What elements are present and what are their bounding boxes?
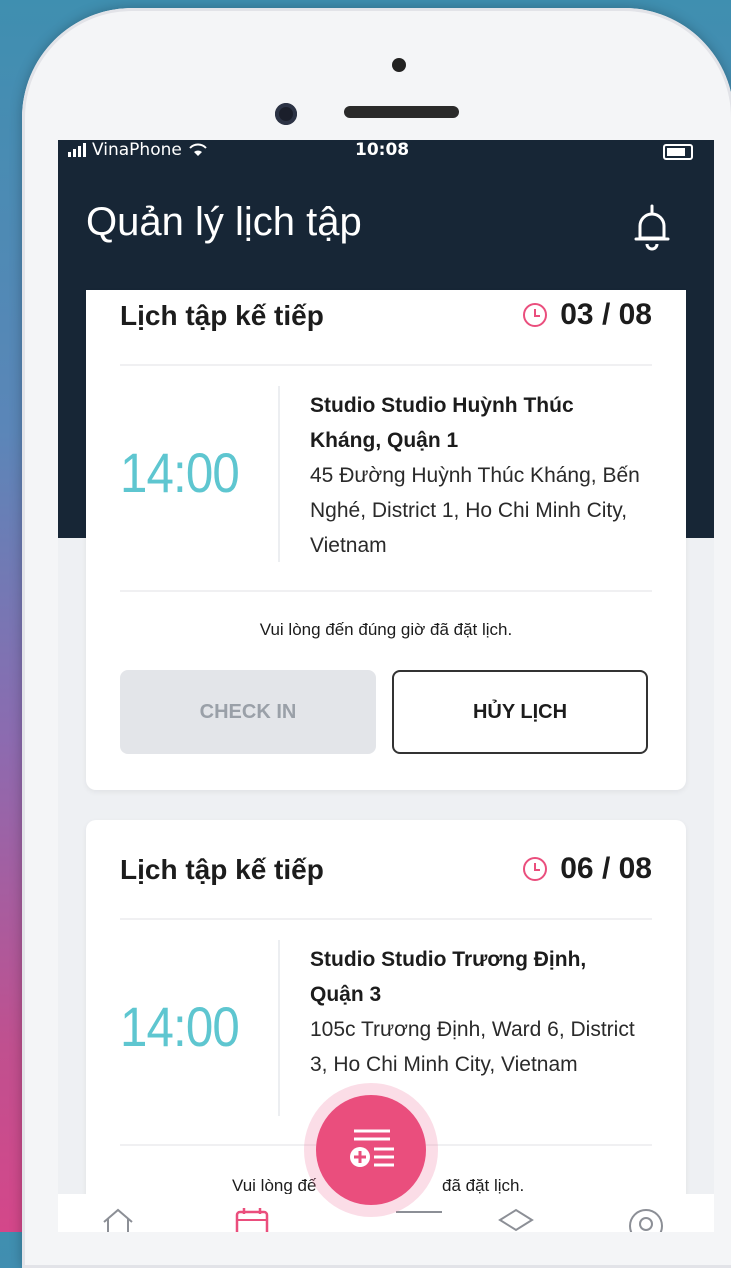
booking-note: Vui lòng đến đúng giờ đã đặt lịch.	[259, 620, 513, 639]
studio-address: 105c Trương Định, Ward 6, District 3, Ho…	[310, 1018, 635, 1076]
carrier-name: VinaPhone	[92, 140, 182, 160]
studio-name: Studio Studio Trương Định, Quận 3	[310, 948, 587, 1006]
vertical-divider	[278, 940, 280, 1116]
studio-address: 45 Đường Huỳnh Thúc Kháng, Bến Nghé, Dis…	[310, 464, 640, 557]
studio-name: Studio Studio Huỳnh Thúc Kháng, Quận 1	[310, 394, 574, 452]
clock-icon	[523, 303, 548, 327]
bell-icon[interactable]	[632, 204, 672, 252]
status-bar: VinaPhone 10:08	[58, 140, 714, 164]
booking-date-text: 06 / 08	[560, 852, 652, 885]
signal-icon	[68, 143, 86, 157]
calendar-icon[interactable]	[234, 1206, 270, 1232]
battery-icon	[663, 144, 693, 160]
wifi-icon	[189, 143, 207, 156]
card-title: Lịch tập kế tiếp	[120, 300, 324, 331]
add-booking-button[interactable]	[316, 1095, 426, 1205]
clock-icon	[523, 857, 548, 881]
card-actions: CHECK IN HỦY LỊCH	[86, 670, 686, 754]
booking-date-text: 03 / 08	[560, 298, 652, 331]
divider	[120, 918, 652, 920]
check-in-button[interactable]: CHECK IN	[120, 670, 376, 754]
vertical-divider	[278, 386, 280, 562]
booking-date: 03 / 08	[522, 298, 652, 332]
profile-icon[interactable]	[628, 1206, 664, 1232]
divider-icon	[396, 1211, 442, 1213]
card-title: Lịch tập kế tiếp	[120, 854, 324, 885]
home-icon[interactable]	[100, 1206, 136, 1232]
page-title: Quản lý lịch tập	[86, 200, 362, 244]
cancel-booking-button[interactable]: HỦY LỊCH	[392, 670, 648, 754]
proximity-sensor	[392, 58, 406, 72]
booking-time: 14:00	[120, 441, 240, 504]
booking-card: Lịch tập kế tiếp 03 / 08 14:00 Studio St…	[86, 290, 686, 790]
earpiece-speaker	[344, 106, 459, 118]
status-time: 10:08	[355, 140, 410, 160]
add-booking-icon	[350, 1129, 394, 1167]
booking-date: 06 / 08	[522, 852, 652, 886]
divider	[120, 590, 652, 592]
booking-note-end: đã đặt lịch.	[442, 1176, 525, 1195]
carrier-info: VinaPhone	[68, 140, 208, 160]
app-screen: VinaPhone 10:08 Quản lý lịch tập Lịch tậ…	[58, 140, 714, 1232]
booking-time: 14:00	[120, 995, 240, 1058]
layers-icon[interactable]	[498, 1206, 534, 1232]
front-camera	[275, 103, 297, 125]
divider	[120, 364, 652, 366]
